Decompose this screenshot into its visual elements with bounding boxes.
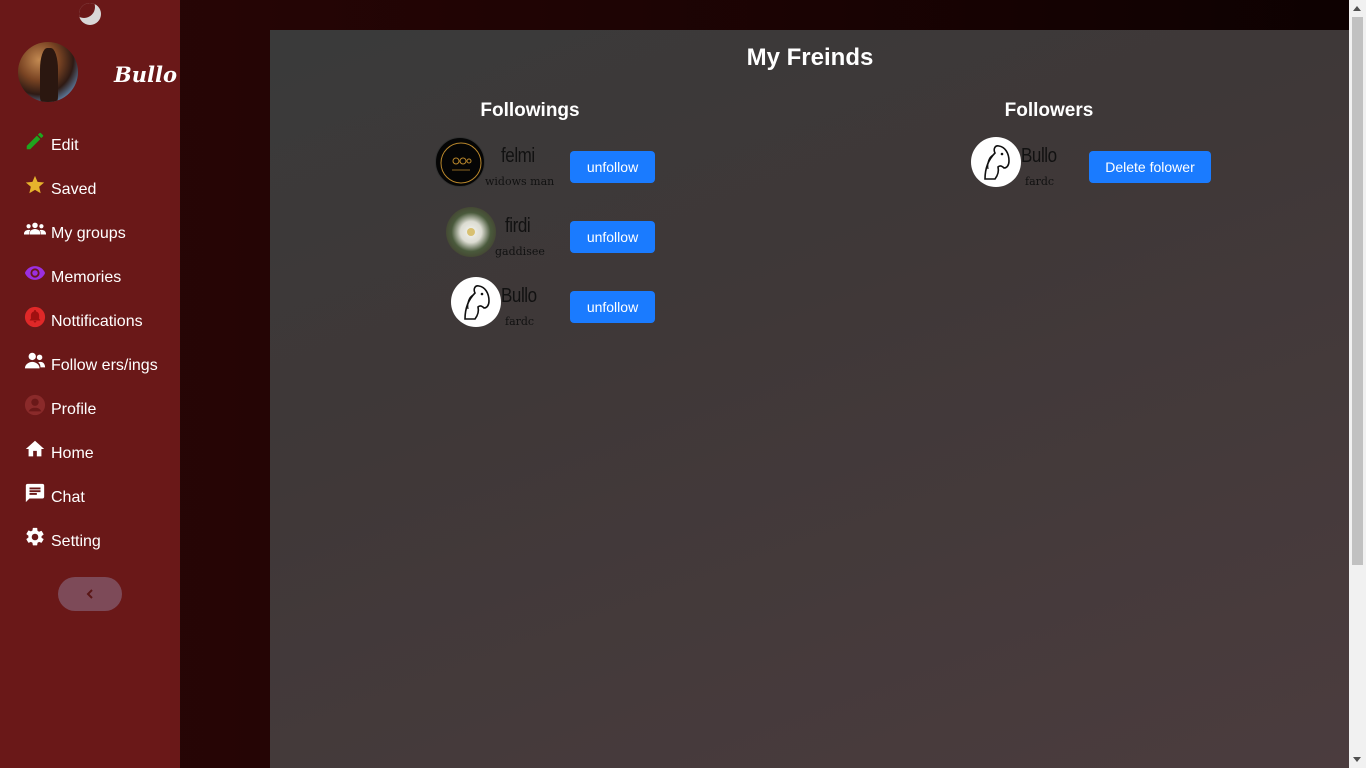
scroll-down-icon[interactable] — [1353, 757, 1361, 762]
sidebar-item-label: My groups — [51, 225, 126, 242]
sidebar-item-home[interactable]: Home — [24, 436, 180, 480]
sidebar-item-profile[interactable]: Profile — [24, 392, 180, 436]
sidebar-item-notifications[interactable]: Nottifications — [24, 304, 180, 348]
sidebar-item-label: Edit — [51, 137, 79, 154]
horse-icon — [464, 285, 490, 320]
sidebar-item-label: Chat — [51, 489, 85, 506]
unfollow-button[interactable]: unfollow — [570, 221, 655, 253]
user-subtitle: widows man — [485, 175, 555, 188]
sidebar-item-label: Memories — [51, 269, 122, 286]
sidebar-item-label: Nottifications — [51, 313, 143, 330]
brand-name: Bullo — [114, 62, 177, 87]
chat-icon — [25, 483, 45, 503]
people-icon — [24, 352, 46, 369]
gear-icon — [26, 527, 44, 546]
user-name: Bullo — [501, 285, 537, 307]
avatar[interactable] — [18, 42, 78, 102]
sidebar-item-label: Setting — [51, 533, 101, 550]
scroll-thumb[interactable] — [1352, 17, 1363, 565]
star-icon — [25, 175, 45, 194]
sidebar-nav: Edit Saved My groups Memories Nottificat… — [24, 128, 180, 568]
followers-heading: Followers — [1004, 100, 1094, 121]
followings-heading: Followings — [480, 100, 580, 121]
pencil-icon — [26, 132, 44, 150]
user-name: felmi — [501, 145, 535, 167]
scrollbar[interactable] — [1349, 0, 1366, 768]
unfollow-button[interactable]: unfollow — [570, 291, 655, 323]
eye-icon — [24, 266, 46, 280]
user-avatar[interactable] — [971, 137, 1021, 187]
user-avatar[interactable] — [451, 277, 501, 327]
bell-icon — [24, 306, 46, 328]
sidebar-item-my-groups[interactable]: My groups — [24, 216, 180, 260]
sidebar-item-label: Saved — [51, 181, 97, 198]
sidebar-item-label: Follow ers/ings — [51, 357, 158, 374]
user-avatar[interactable] — [446, 207, 496, 257]
sidebar-item-follow[interactable]: Follow ers/ings — [24, 348, 180, 392]
sidebar-item-saved[interactable]: Saved — [24, 172, 180, 216]
unfollow-button[interactable]: unfollow — [570, 151, 655, 183]
user-subtitle: fardc — [1025, 175, 1055, 188]
friends-panel: My Freinds Followings Followers felmi wi… — [270, 30, 1350, 768]
sidebar: Bullo Edit Saved My groups Memories Nott… — [0, 0, 180, 768]
logo-icon — [440, 142, 482, 184]
flower-icon — [467, 228, 475, 236]
sidebar-item-label: Home — [51, 445, 94, 462]
user-subtitle: gaddisee — [495, 245, 545, 258]
sidebar-item-label: Profile — [51, 401, 97, 418]
collapse-sidebar-button[interactable] — [58, 577, 122, 611]
horse-icon — [984, 145, 1010, 180]
user-name: Bullo — [1021, 145, 1057, 167]
chevron-left-icon — [86, 589, 93, 599]
delete-follower-button[interactable]: Delete folower — [1089, 151, 1211, 183]
sidebar-item-chat[interactable]: Chat — [24, 480, 180, 524]
user-circle-icon — [24, 394, 46, 416]
user-avatar[interactable] — [435, 137, 485, 187]
groups-icon — [24, 222, 46, 235]
user-name: firdi — [505, 215, 531, 237]
page-title: My Freinds — [746, 44, 874, 71]
sidebar-item-setting[interactable]: Setting — [24, 524, 180, 568]
moon-icon[interactable] — [79, 3, 101, 25]
user-subtitle: fardc — [505, 315, 535, 328]
scroll-up-icon[interactable] — [1353, 6, 1361, 11]
home-icon — [25, 440, 45, 457]
sidebar-item-edit[interactable]: Edit — [24, 128, 180, 172]
sidebar-item-memories[interactable]: Memories — [24, 260, 180, 304]
